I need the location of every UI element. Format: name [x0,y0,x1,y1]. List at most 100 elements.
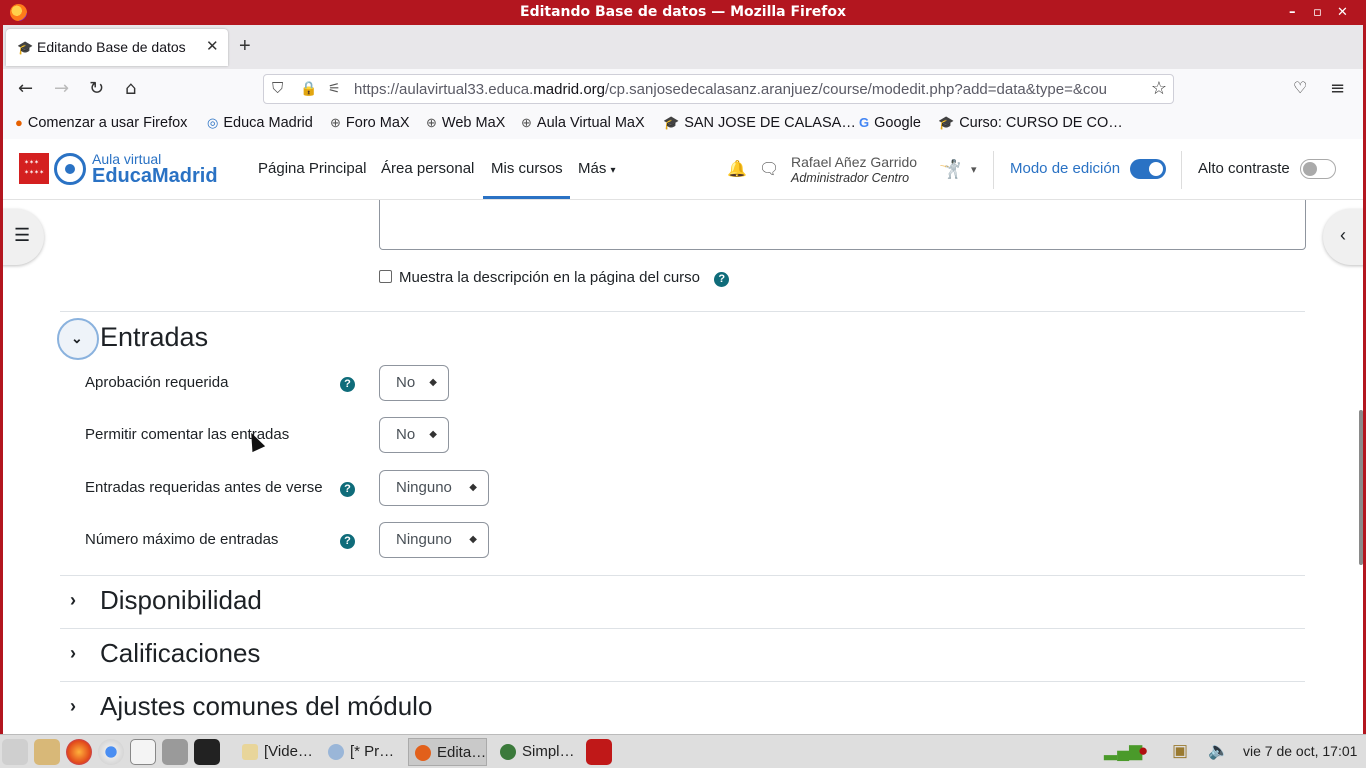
sort-arrows-icon: ◆ [429,429,437,440]
nav-mis-cursos[interactable]: Mis cursos [491,160,563,177]
pocket-icon[interactable]: ♡ [1293,78,1307,97]
minimize-icon[interactable]: – [1289,0,1296,25]
edit-mode-toggle[interactable] [1130,159,1166,179]
chevron-left-icon: ‹ [1340,225,1346,245]
volume-icon[interactable]: 🔈 [1208,741,1229,761]
help-icon[interactable]: ? [340,482,355,497]
bookmark-item[interactable]: ● Comenzar a usar Firefox [15,115,187,131]
maximize-icon[interactable]: ▫ [1313,0,1322,25]
list-icon: ☰ [14,225,31,245]
collapse-entradas-button[interactable]: ⌄ [57,318,99,360]
avatar[interactable]: 🤺 [939,159,963,183]
help-icon[interactable]: ? [340,377,355,392]
taskbar-item-active[interactable]: Edita… [408,738,488,766]
url-text[interactable]: https://aulavirtual33.educa.madrid.org/c… [354,81,1144,98]
bookmark-item[interactable]: 🎓 SAN JOSE DE CALASA… [663,115,856,131]
bookmark-item[interactable]: ◎ Educa Madrid [207,115,313,131]
firefox-icon[interactable] [66,739,92,765]
high-contrast-toggle[interactable] [1300,159,1336,179]
permissions-icon[interactable]: ⚟ [328,80,341,97]
record-icon[interactable]: ● [1138,741,1148,761]
network-signal-icon[interactable]: ▂▄▆ [1104,741,1142,761]
show-description-label: Muestra la descripción en la página del … [399,269,701,286]
user-name[interactable]: Rafael Añez Garrido [791,154,917,170]
educamadrid-logo-icon[interactable] [54,153,86,185]
chevron-right-icon[interactable]: › [70,696,76,717]
home-icon[interactable]: ⌂ [125,78,136,99]
comentar-select[interactable]: No ◆ [379,417,449,453]
help-icon[interactable]: ? [340,534,355,549]
field-label: Entradas requeridas antes de verse [85,479,323,496]
power-icon[interactable] [586,739,612,765]
logo-title[interactable]: EducaMadrid [92,165,218,188]
block-drawer-button[interactable]: ‹ [1323,209,1363,265]
active-nav-indicator [483,196,570,199]
chevron-right-icon[interactable]: › [70,590,76,611]
description-textarea[interactable] [379,200,1306,250]
bookmark-star-icon[interactable]: ☆ [1151,78,1167,99]
url-bar[interactable]: ⛉ 🔒 ⚟ https://aulavirtual33.educa.madrid… [263,74,1174,104]
taskbar-item[interactable]: [Vide… [236,738,313,766]
notification-bell-icon[interactable]: 🔔 [727,159,747,179]
firefox-icon: ● [15,115,23,130]
text-editor-icon[interactable] [34,739,60,765]
aprobacion-select[interactable]: No ◆ [379,365,449,401]
menu-icon[interactable]: ≡ [1330,78,1345,99]
nav-mas[interactable]: Más ▾ [578,160,616,177]
entradas-requeridas-select[interactable]: Ninguno ◆ [379,470,489,506]
browser-tab[interactable]: 🎓 Editando Base de datos ✕ [6,29,228,66]
clock[interactable]: vie 7 de oct, 17:01 [1243,743,1357,759]
folder-icon [242,744,258,760]
terminal-icon[interactable] [194,739,220,765]
close-tab-icon[interactable]: ✕ [206,37,219,55]
maximo-entradas-select[interactable]: Ninguno ◆ [379,522,489,558]
new-tab-icon[interactable]: + [239,36,251,56]
field-label: Aprobación requerida [85,374,229,391]
user-role[interactable]: Administrador Centro [791,171,909,185]
forward-icon[interactable]: → [54,78,69,99]
navigation-toolbar: ← → ↻ ⌂ ⛉ 🔒 ⚟ https://aulavirtual33.educ… [3,69,1363,109]
divider [60,628,1305,629]
back-icon[interactable]: ← [18,78,33,99]
taskbar-item[interactable]: [* Pr… [322,738,394,766]
show-description-checkbox[interactable] [379,270,392,283]
close-window-icon[interactable]: ✕ [1337,0,1348,25]
bookmark-item[interactable]: ⊕ Foro MaX [330,115,410,131]
screenshot-icon[interactable] [162,739,188,765]
bookmark-item[interactable]: 🎓 Curso: CURSO DE CO… [938,115,1123,131]
bookmark-item[interactable]: ⊕ Aula Virtual MaX [521,115,645,131]
scrollbar[interactable] [1359,410,1363,565]
bookmark-item[interactable]: ⊕ Web MaX [426,115,505,131]
nav-area-personal[interactable]: Área personal [381,160,474,177]
chevron-down-icon: ▾ [610,165,616,176]
tab-title: Editando Base de datos [37,39,186,55]
comunidad-madrid-logo[interactable]: ✶✶✶ ✶✶✶✶ [19,153,49,184]
os-taskbar: [Vide… [* Pr… Edita… Simpl… ▂▄▆ ● ▣ 🔈 vi… [0,734,1366,768]
settings-icon[interactable] [2,739,28,765]
chevron-down-icon: ⌄ [71,330,83,346]
browser-window: Editando Base de datos — Mozilla Firefox… [0,0,1366,768]
lock-icon[interactable]: 🔒 [300,80,317,97]
page-content: ☰ ‹ Muestra la descripción en la página … [3,200,1363,734]
chromium-icon[interactable] [98,739,124,765]
section-title-ajustes-comunes[interactable]: Ajustes comunes del módulo [100,691,432,722]
nav-pagina-principal[interactable]: Página Principal [258,160,366,177]
globe-icon: ⊕ [426,115,437,130]
reload-icon[interactable]: ↻ [89,78,104,99]
clipboard-icon[interactable]: ▣ [1172,741,1188,761]
user-menu-chevron-icon[interactable]: ▾ [971,163,977,176]
chevron-right-icon[interactable]: › [70,643,76,664]
firefox-icon [10,4,27,21]
bookmark-item[interactable]: G Google [859,115,921,131]
moodle-cap-icon: 🎓 [17,40,34,55]
taskbar-item[interactable]: Simpl… [494,738,575,766]
section-title-entradas[interactable]: Entradas [100,322,208,353]
course-index-drawer-button[interactable]: ☰ [3,209,44,265]
section-title-calificaciones[interactable]: Calificaciones [100,638,260,669]
help-icon[interactable]: ? [714,272,730,287]
notes-icon[interactable] [130,739,156,765]
messages-icon[interactable]: 🗨 [759,159,779,179]
sort-arrows-icon: ◆ [469,482,477,493]
section-title-disponibilidad[interactable]: Disponibilidad [100,585,262,616]
shield-icon[interactable]: ⛉ [272,80,283,97]
